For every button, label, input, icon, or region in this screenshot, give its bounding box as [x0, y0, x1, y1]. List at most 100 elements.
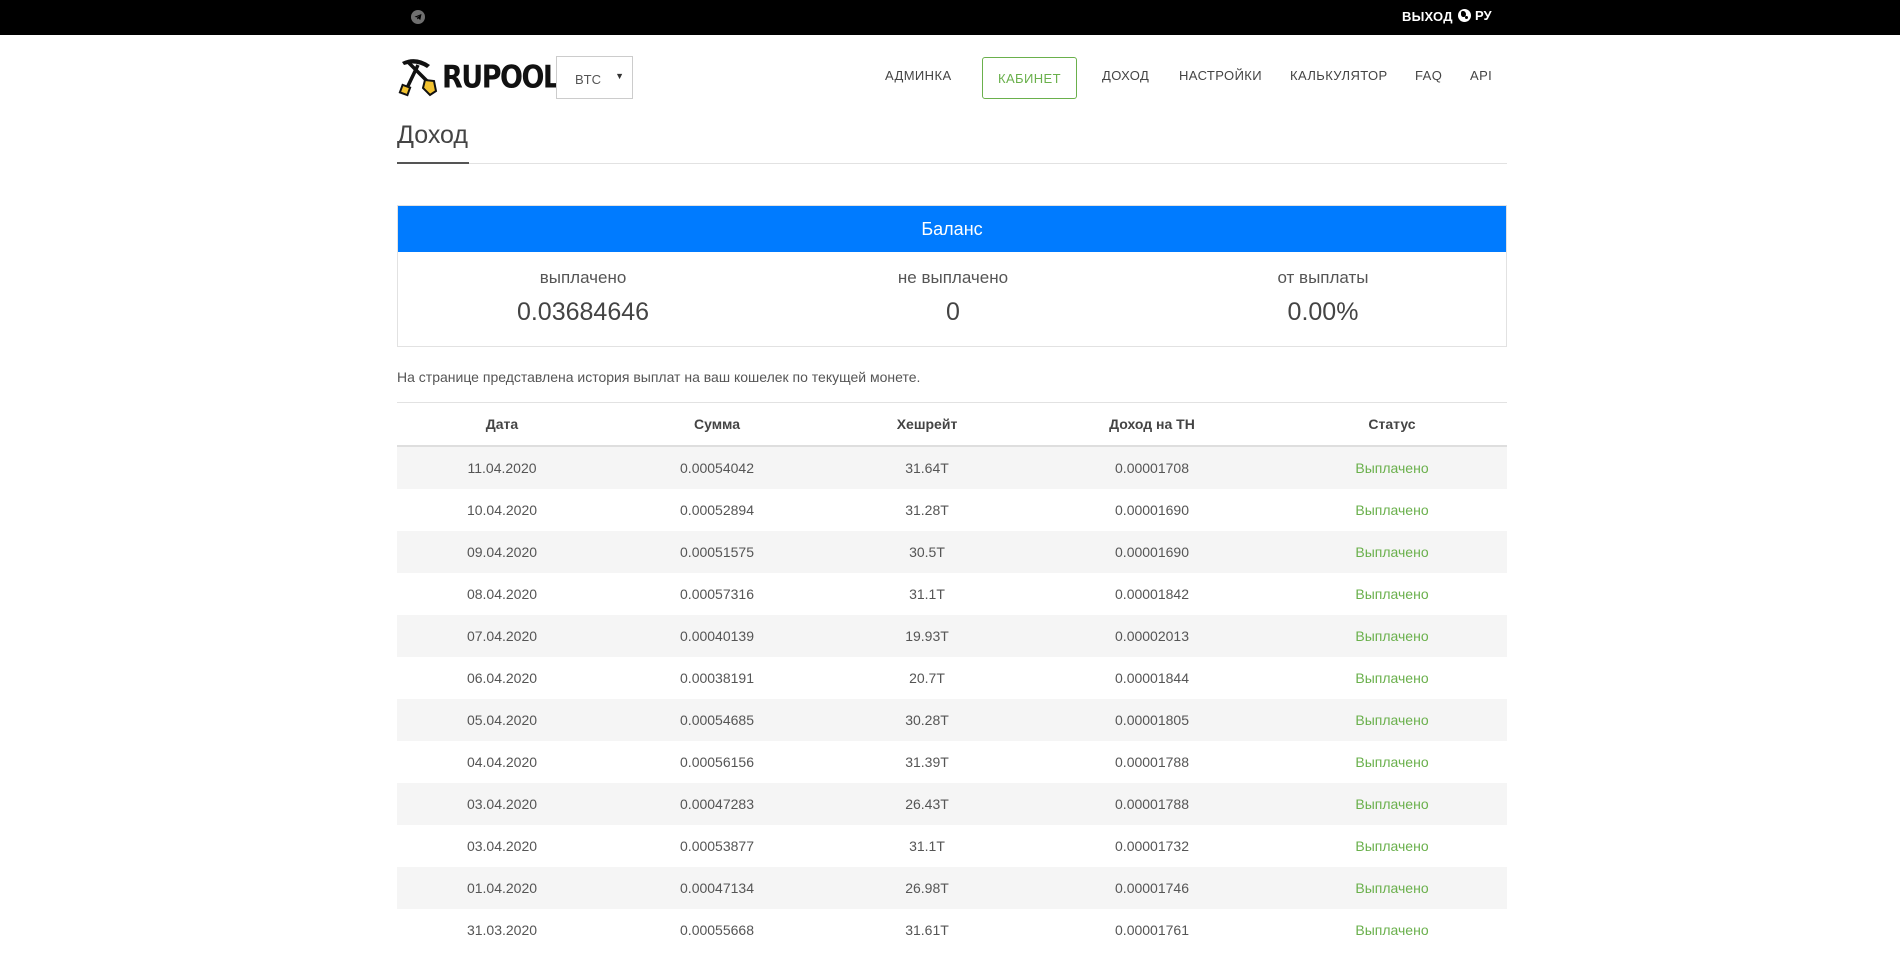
cell-date: 07.04.2020 — [466, 628, 538, 644]
cell-amount: 0.00053877 — [680, 838, 754, 854]
coin-select[interactable]: BTC ▼ — [556, 56, 633, 99]
cell-amount: 0.00055668 — [680, 922, 754, 938]
column-header-amount[interactable]: Сумма — [607, 416, 827, 432]
cell-status: Выплачено — [1355, 796, 1429, 812]
cell-amount: 0.00054685 — [680, 712, 754, 728]
title-underline — [397, 162, 469, 164]
cell-income-per-th: 0.00001690 — [1115, 502, 1189, 518]
cell-income-per-th: 0.00001805 — [1115, 712, 1189, 728]
nav-faq[interactable]: FAQ — [1415, 56, 1442, 84]
logout-link[interactable]: ВЫХОД — [1402, 9, 1453, 24]
title-divider — [397, 163, 1507, 164]
cell-amount: 0.00047283 — [680, 796, 754, 812]
nav-income[interactable]: ДОХОД — [1102, 56, 1149, 84]
cell-amount: 0.00051575 — [680, 544, 754, 560]
nav-admin[interactable]: АДМИНКА — [885, 56, 952, 84]
cell-amount: 0.00054042 — [680, 460, 754, 476]
cell-hashrate: 30.5T — [909, 544, 945, 560]
cell-status: Выплачено — [1355, 754, 1429, 770]
cell-hashrate: 26.98T — [905, 880, 949, 896]
cell-status: Выплачено — [1355, 922, 1429, 938]
cell-income-per-th: 0.00001761 — [1115, 922, 1189, 938]
nav-settings[interactable]: НАСТРОЙКИ — [1179, 56, 1262, 84]
cell-income-per-th: 0.00001732 — [1115, 838, 1189, 854]
balance-title: Баланс — [398, 206, 1506, 252]
language-switcher[interactable]: РУ — [1458, 8, 1492, 23]
cell-date: 04.04.2020 — [466, 754, 538, 770]
logo[interactable]: RUPOOL — [398, 56, 560, 98]
page-title: Доход — [397, 121, 468, 149]
cell-amount: 0.00052894 — [680, 502, 754, 518]
cell-status: Выплачено — [1355, 586, 1429, 602]
table-row: 10.04.2020 0.00052894 31.28T 0.00001690 Выпл… — [397, 489, 1507, 531]
cell-status: Выплачено — [1355, 502, 1429, 518]
cell-income-per-th: 0.00001708 — [1115, 460, 1189, 476]
balance-paid-value: 0.03684646 — [516, 298, 650, 326]
column-header-date[interactable]: Дата — [397, 416, 607, 432]
table-row: 05.04.2020 0.00054685 30.28T 0.00001805 Выпл… — [397, 699, 1507, 741]
table-row: 09.04.2020 0.00051575 30.5T 0.00001690 Выпла… — [397, 531, 1507, 573]
column-header-status[interactable]: Статус — [1277, 416, 1507, 432]
table-row: 04.04.2020 0.00056156 31.39T 0.00001788 Выпл… — [397, 741, 1507, 783]
table-row: 07.04.2020 0.00040139 19.93T 0.00002013 Выпл… — [397, 615, 1507, 657]
cell-hashrate: 31.61T — [905, 922, 949, 938]
balance-unpaid: не выплачено 0 — [768, 268, 1138, 327]
cell-hashrate: 31.64T — [905, 460, 949, 476]
table-body: 11.04.2020 0.00054042 31.64T 0.00001708 Выпл… — [397, 447, 1507, 951]
cell-date: 09.04.2020 — [466, 544, 538, 560]
table-row: 08.04.2020 0.00057316 31.1T 0.00001842 Выпла… — [397, 573, 1507, 615]
cell-amount: 0.00057316 — [680, 586, 754, 602]
balance-unpaid-label: не выплачено — [897, 268, 1009, 287]
cell-date: 01.04.2020 — [466, 880, 538, 896]
cell-date: 10.04.2020 — [466, 502, 538, 518]
cell-status: Выплачено — [1355, 880, 1429, 896]
nav-calculator[interactable]: КАЛЬКУЛЯТОР — [1290, 56, 1388, 84]
cell-date: 05.04.2020 — [466, 712, 538, 728]
logo-text: RUPOOL — [442, 59, 560, 95]
cell-date: 31.03.2020 — [466, 922, 538, 938]
cell-status: Выплачено — [1355, 712, 1429, 728]
cell-date: 08.04.2020 — [466, 586, 538, 602]
nav-cabinet[interactable]: КАБИНЕТ — [982, 57, 1077, 99]
pickaxe-shovel-icon — [398, 59, 438, 97]
table-row: 11.04.2020 0.00054042 31.64T 0.00001708 Выпл… — [397, 447, 1507, 489]
table-row: 06.04.2020 0.00038191 20.7T 0.00001844 Выпла… — [397, 657, 1507, 699]
table-row: 01.04.2020 0.00047134 26.98T 0.00001746 Выпл… — [397, 867, 1507, 909]
cell-hashrate: 20.7T — [909, 670, 945, 686]
cell-status: Выплачено — [1355, 544, 1429, 560]
column-header-income-per-th[interactable]: Доход на TH — [1027, 416, 1277, 432]
cell-date: 03.04.2020 — [466, 796, 538, 812]
cell-hashrate: 19.93T — [905, 628, 949, 644]
balance-unpaid-value: 0 — [946, 298, 960, 326]
telegram-icon[interactable] — [411, 10, 425, 24]
cell-income-per-th: 0.00001844 — [1115, 670, 1189, 686]
cell-income-per-th: 0.00001746 — [1115, 880, 1189, 896]
cell-amount: 0.00038191 — [680, 670, 754, 686]
cell-income-per-th: 0.00002013 — [1115, 628, 1189, 644]
table-header: Дата Сумма Хешрейт Доход на TH Статус — [397, 403, 1507, 447]
cell-amount: 0.00056156 — [680, 754, 754, 770]
cell-date: 06.04.2020 — [466, 670, 538, 686]
coin-select-value: BTC — [575, 72, 601, 87]
balance-progress-value: 0.00% — [1287, 298, 1359, 326]
nav-api[interactable]: API — [1470, 56, 1492, 84]
page-description: На странице представлена история выплат … — [397, 369, 921, 385]
cell-status: Выплачено — [1355, 670, 1429, 686]
column-header-hashrate[interactable]: Хешрейт — [827, 416, 1027, 432]
dropdown-caret-icon: ▼ — [615, 71, 624, 81]
table-row: 31.03.2020 0.00055668 31.61T 0.00001761 Выпл… — [397, 909, 1507, 951]
cell-income-per-th: 0.00001842 — [1115, 586, 1189, 602]
cell-hashrate: 30.28T — [905, 712, 949, 728]
balance-panel: Баланс выплачено 0.03684646 не выплачено… — [397, 205, 1507, 347]
balance-progress: от выплаты 0.00% — [1138, 268, 1508, 327]
balance-paid: выплачено 0.03684646 — [398, 268, 768, 327]
cell-status: Выплачено — [1355, 628, 1429, 644]
table-row: 03.04.2020 0.00047283 26.43T 0.00001788 Выпл… — [397, 783, 1507, 825]
cell-status: Выплачено — [1355, 460, 1429, 476]
top-bar: ВЫХОД РУ — [0, 0, 1900, 35]
cell-status: Выплачено — [1355, 838, 1429, 854]
cell-hashrate: 31.1T — [909, 586, 945, 602]
payouts-table: Дата Сумма Хешрейт Доход на TH Статус 11… — [397, 403, 1507, 951]
cell-date: 03.04.2020 — [466, 838, 538, 854]
balance-progress-label: от выплаты — [1277, 268, 1369, 287]
